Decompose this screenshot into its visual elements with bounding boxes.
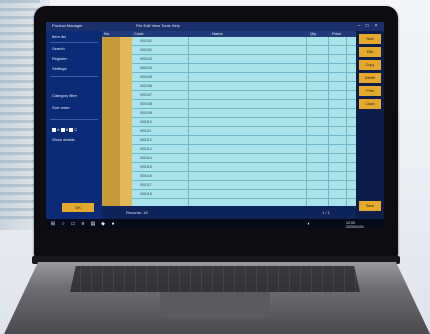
checkbox[interactable] [60, 127, 65, 132]
column-header[interactable]: No. [104, 31, 110, 36]
sidebar-filter[interactable]: Category filter [52, 93, 77, 98]
close-icon[interactable]: × [373, 23, 379, 29]
sidebar-footer-label[interactable]: Show details [52, 137, 75, 142]
row-flag-column [120, 37, 132, 206]
start-icon[interactable]: ⊞ [50, 221, 56, 227]
ok-button[interactable]: OK [62, 203, 94, 212]
column-header[interactable]: Price [332, 31, 341, 36]
sidebar-item[interactable]: Item list [52, 34, 66, 39]
new-button[interactable]: New [359, 34, 381, 44]
search-icon[interactable]: ○ [60, 221, 66, 227]
checkbox-label: B [65, 127, 69, 132]
checkbox[interactable] [52, 127, 56, 132]
browser-icon[interactable]: e [80, 221, 86, 227]
copy-button[interactable]: Copy [359, 60, 381, 70]
keyboard [70, 266, 360, 292]
table-cell[interactable]: 000118 [140, 192, 152, 196]
sidebar-item[interactable]: Search [52, 46, 65, 51]
table-cell[interactable]: 000106 [140, 84, 152, 88]
minimize-icon[interactable]: – [356, 23, 362, 29]
checkbox-label: C [74, 127, 78, 132]
table-body[interactable] [132, 37, 356, 206]
checkbox-label: A [57, 127, 60, 132]
sidebar-item[interactable]: Register [52, 56, 67, 61]
column-header[interactable]: Code [134, 31, 144, 36]
table-cell[interactable]: 000104 [140, 66, 152, 70]
status-text: Records: 18 [126, 210, 148, 215]
menu-bar[interactable]: File Edit View Tools Help [136, 23, 180, 28]
window-title: Product Manager [52, 23, 83, 28]
trackpad [160, 292, 270, 318]
folder-icon[interactable]: ▤ [90, 221, 96, 227]
column-header[interactable]: Qty [310, 31, 316, 36]
column-divider [306, 37, 307, 206]
close-button[interactable]: Close [359, 99, 381, 109]
table-cell[interactable]: 000110 [140, 120, 152, 124]
data-table: No. Code Name Qty Price 000101 000102 00… [102, 31, 356, 206]
table-cell[interactable]: 000112 [140, 138, 152, 142]
page-indicator: 1 / 1 [322, 210, 330, 215]
table-cell[interactable]: 000108 [140, 102, 152, 106]
app-icon[interactable]: ● [110, 221, 116, 227]
column-divider [188, 37, 189, 206]
maximize-icon[interactable]: □ [364, 23, 370, 29]
notification-icon[interactable]: ◐ [306, 221, 312, 227]
sidebar: Item list Search Register Settings Categ… [46, 31, 102, 219]
taskbar: ⊞ ○ ▭ e ▤ ◆ ● ◐ 12:00 2020/01/01 [46, 219, 384, 229]
table-cell[interactable]: 000111 [140, 129, 151, 133]
table-cell[interactable]: 000109 [140, 111, 152, 115]
laptop-screen: Product Manager File Edit View Tools Hel… [46, 22, 384, 229]
save-button[interactable]: Save [359, 201, 381, 211]
app-icon[interactable]: ◆ [100, 221, 106, 227]
column-header[interactable]: Name [212, 31, 223, 36]
clock-date: 2020/01/01 [346, 225, 364, 229]
table-cell[interactable]: 000101 [140, 39, 152, 43]
column-divider [346, 37, 347, 206]
table-cell[interactable]: 000114 [140, 156, 152, 160]
table-cell[interactable]: 000117 [140, 183, 152, 187]
sidebar-sort[interactable]: Sort order [52, 105, 70, 110]
table-cell[interactable]: 000102 [140, 48, 152, 52]
checkbox[interactable] [69, 127, 74, 132]
delete-button[interactable]: Delete [359, 73, 381, 83]
sidebar-divider [50, 119, 98, 120]
column-divider [328, 37, 329, 206]
table-cell[interactable]: 000116 [140, 174, 152, 178]
table-cell[interactable]: 000113 [140, 147, 152, 151]
taskview-icon[interactable]: ▭ [70, 221, 76, 227]
sidebar-divider [50, 76, 98, 77]
edit-button[interactable]: Edit [359, 47, 381, 57]
window-titlebar: Product Manager File Edit View Tools Hel… [46, 22, 384, 31]
table-cell[interactable]: 000115 [140, 165, 152, 169]
row-number-column [102, 37, 120, 206]
action-panel: New Edit Copy Delete Print Close Save [356, 31, 384, 219]
table-cell[interactable]: 000105 [140, 75, 152, 79]
table-cell[interactable]: 000107 [140, 93, 152, 97]
sidebar-checkboxes[interactable]: A B C [52, 127, 77, 132]
status-bar: Records: 18 1 / 1 [102, 206, 356, 219]
sidebar-item[interactable]: Settings [52, 66, 66, 71]
print-button[interactable]: Print [359, 86, 381, 96]
table-cell[interactable]: 000103 [140, 57, 152, 61]
sidebar-divider [50, 42, 98, 43]
